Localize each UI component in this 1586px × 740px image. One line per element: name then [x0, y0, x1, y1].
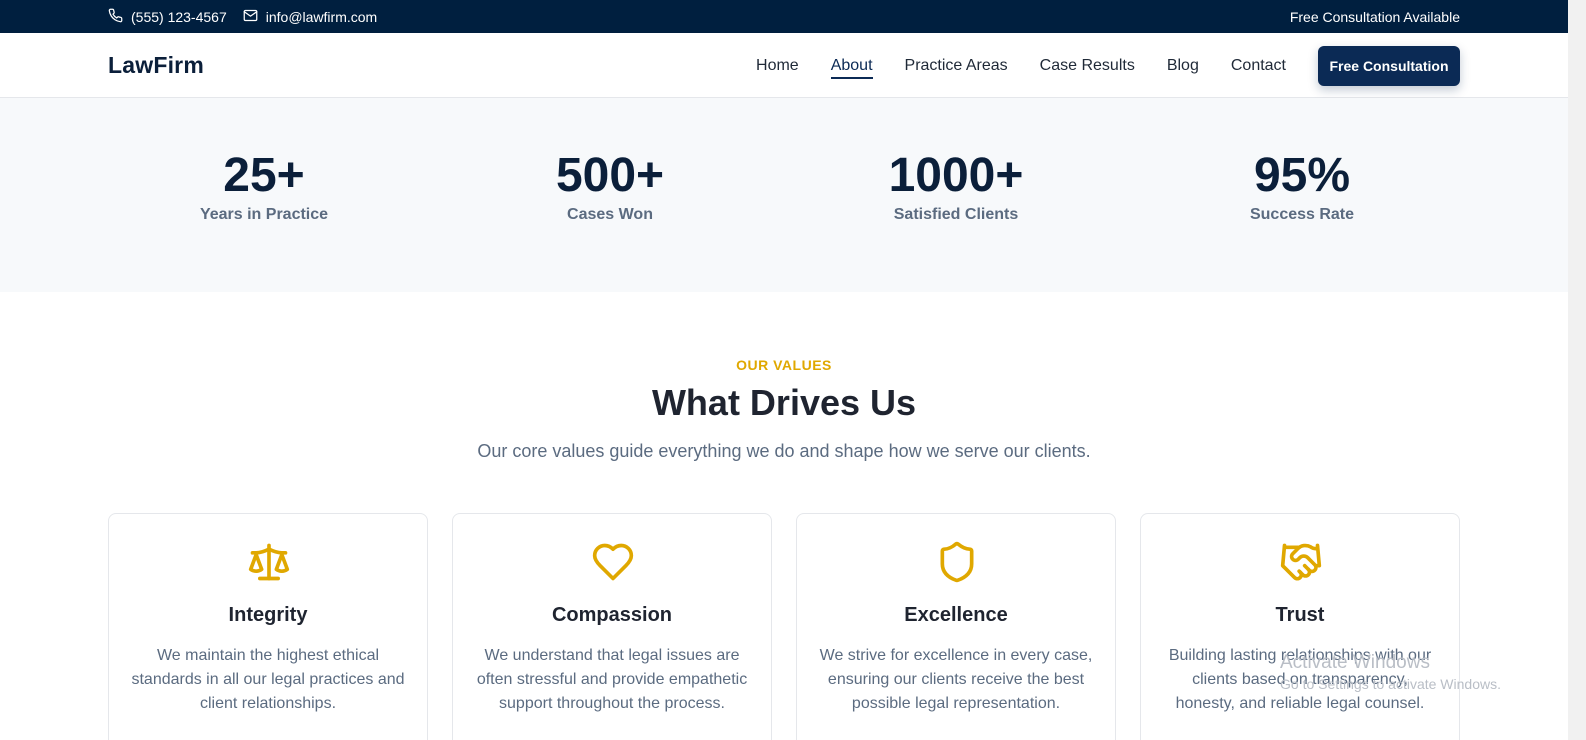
value-card-trust: Trust Building lasting relationships wit…: [1140, 513, 1460, 740]
phone-contact[interactable]: (555) 123-4567: [108, 8, 227, 26]
stat-value: 1000+: [888, 149, 1024, 202]
stats-section: 25+ Years in Practice 500+ Cases Won 100…: [0, 98, 1568, 292]
consultation-notice: Free Consultation Available: [1289, 8, 1460, 25]
watermark-title: Activate Windows: [1280, 652, 1430, 673]
card-title: Integrity: [228, 604, 308, 626]
stat-label: Success Rate: [1249, 206, 1355, 223]
shield-icon: [935, 540, 979, 584]
phone-number: (555) 123-4567: [131, 8, 227, 25]
stat-label: Cases Won: [567, 206, 653, 223]
card-description: We strive for excellence in every case, …: [819, 647, 1093, 712]
card-title: Compassion: [551, 604, 673, 626]
activation-watermark: Activate Windows Go to Settings to activ…: [1280, 652, 1501, 692]
stat-value: 95%: [1253, 149, 1351, 202]
heart-icon: [591, 540, 635, 584]
email-address: info@lawfirm.com: [265, 8, 378, 25]
logo[interactable]: LawFirm: [108, 52, 204, 79]
value-card-integrity: Integrity We maintain the highest ethica…: [108, 513, 428, 740]
handshake-icon: [1279, 540, 1323, 584]
nav-case-results[interactable]: Case Results: [1040, 53, 1135, 79]
nav-home[interactable]: Home: [756, 53, 799, 79]
stat-success: 95% Success Rate: [1182, 150, 1422, 224]
page-scrollbar[interactable]: [1568, 0, 1586, 740]
top-bar: (555) 123-4567 info@lawfirm.com Free Con…: [0, 0, 1568, 33]
stat-clients: 1000+ Satisfied Clients: [836, 150, 1076, 224]
phone-icon: [108, 8, 123, 26]
stat-value: 25+: [223, 149, 305, 202]
stat-cases: 500+ Cases Won: [490, 150, 730, 224]
value-card-excellence: Excellence We strive for excellence in e…: [796, 513, 1116, 740]
stat-label: Years in Practice: [199, 206, 329, 223]
card-title: Trust: [1275, 604, 1325, 626]
main-nav: Home About Practice Areas Case Results B…: [724, 45, 1460, 86]
stat-value: 500+: [555, 149, 665, 202]
value-card-compassion: Compassion We understand that legal issu…: [452, 513, 772, 740]
stat-years: 25+ Years in Practice: [144, 150, 384, 224]
section-title: What Drives Us: [651, 382, 917, 423]
section-eyebrow: OUR VALUES: [736, 357, 832, 373]
card-description: We understand that legal issues are ofte…: [476, 647, 748, 712]
site-header: LawFirm Home About Practice Areas Case R…: [0, 33, 1568, 98]
card-title: Excellence: [904, 604, 1008, 626]
email-contact[interactable]: info@lawfirm.com: [243, 8, 377, 26]
nav-contact[interactable]: Contact: [1231, 53, 1286, 79]
watermark-subtitle: Go to Settings to activate Windows.: [1280, 676, 1501, 692]
nav-blog[interactable]: Blog: [1167, 53, 1199, 79]
nav-about[interactable]: About: [830, 53, 873, 79]
free-consultation-button[interactable]: Free Consultation: [1318, 45, 1460, 86]
nav-practice-areas[interactable]: Practice Areas: [905, 53, 1008, 79]
scale-icon: [247, 540, 291, 584]
mail-icon: [243, 8, 258, 26]
section-subtitle: Our core values guide everything we do a…: [477, 441, 1091, 461]
card-description: We maintain the highest ethical standard…: [131, 647, 405, 712]
stat-label: Satisfied Clients: [893, 206, 1019, 223]
